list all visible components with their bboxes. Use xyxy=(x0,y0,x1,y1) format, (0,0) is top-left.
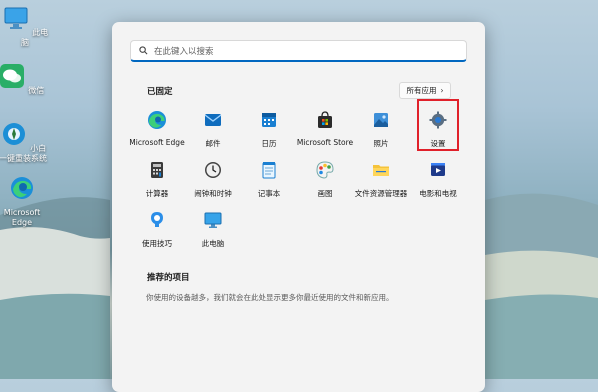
pinned-title: 已固定 xyxy=(147,87,173,97)
wechat-icon xyxy=(0,64,24,88)
settings-highlight-box xyxy=(417,99,459,151)
chevron-right-icon: › xyxy=(440,86,444,95)
app-paint[interactable]: 画图 xyxy=(295,153,355,199)
app-label: Microsoft Edge xyxy=(129,138,185,147)
app-label: 计算器 xyxy=(145,189,169,198)
clock-icon xyxy=(205,162,221,178)
app-notepad[interactable]: 记事本 xyxy=(239,153,299,199)
store-icon xyxy=(318,111,332,128)
app-movies-tv[interactable]: 电影和电视 xyxy=(408,153,468,199)
app-calendar[interactable]: 日历 xyxy=(239,103,299,149)
desktop-icon-this-pc[interactable]: 此电脑 xyxy=(0,4,50,48)
calculator-icon xyxy=(151,162,163,178)
search-icon xyxy=(139,46,148,55)
app-label: Microsoft Store xyxy=(296,138,354,147)
desktop-icon-xiaobai[interactable]: 小白一键重装系统 xyxy=(0,120,48,164)
xiaobai-installer-icon xyxy=(2,123,25,145)
recommended-empty-text: 你使用的设备越多，我们就会在此处显示更多你最近使用的文件和新应用。 xyxy=(146,293,394,302)
app-label: 使用技巧 xyxy=(142,239,172,248)
app-label: 记事本 xyxy=(257,189,281,198)
app-file-explorer[interactable]: 文件资源管理器 xyxy=(351,153,411,199)
mail-icon xyxy=(204,114,222,126)
app-label: 照片 xyxy=(373,139,389,148)
app-tips[interactable]: 使用技巧 xyxy=(127,203,187,249)
calendar-icon xyxy=(262,113,276,127)
app-mail[interactable]: 邮件 xyxy=(183,103,243,149)
edge-icon xyxy=(11,177,33,199)
app-label: 邮件 xyxy=(205,139,221,148)
app-alarms-clock[interactable]: 闹钟和时钟 xyxy=(183,153,243,199)
this-pc-icon xyxy=(204,212,222,228)
app-label: 日历 xyxy=(261,139,277,148)
app-microsoft-store[interactable]: Microsoft Store xyxy=(295,103,355,149)
app-label: 此电脑 xyxy=(201,239,225,248)
desktop-icon-wechat[interactable]: 微信 xyxy=(0,62,46,96)
app-microsoft-edge[interactable]: Microsoft Edge xyxy=(127,103,187,149)
search-input[interactable]: 在此键入以搜索 xyxy=(130,40,467,62)
desktop-icon-edge[interactable]: Microsoft Edge xyxy=(0,174,47,228)
tips-icon xyxy=(151,212,163,227)
app-label: 文件资源管理器 xyxy=(354,189,408,198)
app-label: 闹钟和时钟 xyxy=(194,189,232,198)
movies-icon xyxy=(431,163,445,176)
app-label: 画图 xyxy=(317,189,333,198)
folder-icon xyxy=(373,165,389,176)
notepad-icon xyxy=(262,162,276,179)
desktop-icon-label: Microsoft Edge xyxy=(3,208,41,227)
recommended-title: 推荐的项目 xyxy=(147,273,190,283)
search-placeholder: 在此键入以搜索 xyxy=(154,46,214,57)
paint-icon xyxy=(316,161,334,179)
app-label: 电影和电视 xyxy=(419,189,457,198)
all-apps-label: 所有应用 xyxy=(406,86,437,95)
app-this-pc[interactable]: 此电脑 xyxy=(183,203,243,249)
edge-icon xyxy=(148,111,166,129)
app-calculator[interactable]: 计算器 xyxy=(127,153,187,199)
desktop-icon-label: 微信 xyxy=(28,86,45,95)
app-photos[interactable]: 照片 xyxy=(351,103,411,149)
all-apps-button[interactable]: 所有应用 › xyxy=(399,82,451,99)
monitor-icon xyxy=(4,7,28,29)
start-menu: 在此键入以搜索 已固定 所有应用 › Microsoft Edge 邮件 日历 … xyxy=(112,22,485,392)
photos-icon xyxy=(374,113,388,127)
